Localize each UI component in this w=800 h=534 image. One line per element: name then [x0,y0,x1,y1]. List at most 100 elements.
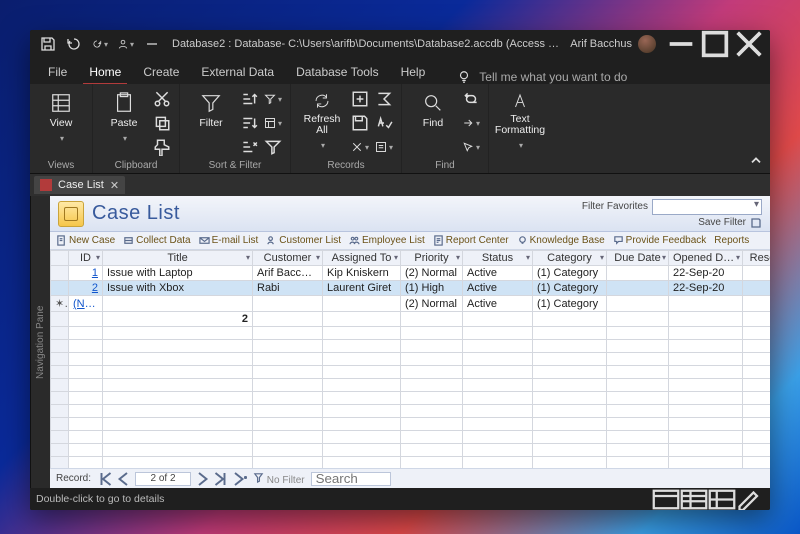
column-header[interactable]: Reso▾ [743,251,771,266]
cell-assigned[interactable] [323,296,401,312]
object-tab-case-list[interactable]: Case List ✕ [34,176,125,194]
maximize-button[interactable] [698,30,732,58]
column-header[interactable]: Priority▾ [401,251,463,266]
sort-descending-icon[interactable] [240,114,258,132]
tab-create[interactable]: Create [133,61,189,84]
filter-button[interactable]: Filter [188,88,234,150]
cell-title[interactable] [103,296,253,312]
cell-category[interactable]: (1) Category [533,296,607,312]
cell-status[interactable]: Active [463,281,533,296]
view-button[interactable]: View ▾ [38,88,84,150]
cut-icon[interactable] [153,90,171,108]
new-record-button[interactable] [229,470,247,488]
first-record-button[interactable] [97,470,115,488]
column-header[interactable]: Customer▾ [253,251,323,266]
link-employee-list[interactable]: Employee List [349,235,425,246]
form-view-button[interactable] [652,490,680,508]
cell-assigned[interactable]: Laurent Giret [323,281,401,296]
qat-customize-icon[interactable] [144,36,160,52]
cell-category[interactable]: (1) Category [533,266,607,281]
replace-icon[interactable] [462,90,480,108]
select-icon[interactable]: ▾ [462,138,480,156]
data-grid[interactable]: ID▾Title▾Customer▾Assigned To▾Priority▾S… [50,250,770,468]
selection-filter-icon[interactable]: ▾ [264,90,282,108]
navigation-pane-collapsed[interactable]: Navigation Pane [30,196,50,488]
redo-icon[interactable]: ▾ [92,36,108,52]
spelling-icon[interactable] [375,114,393,132]
undo-icon[interactable] [66,36,82,52]
save-filter-icon[interactable] [750,217,762,229]
sort-ascending-icon[interactable] [240,90,258,108]
goto-icon[interactable]: ▾ [462,114,480,132]
cell-opened[interactable]: 22-Sep-20 [669,266,743,281]
table-row[interactable]: 1Issue with LaptopArif BacchusKip Kniske… [51,266,771,281]
format-painter-icon[interactable] [153,138,171,156]
cell-opened[interactable]: 22-Sep-20 [669,281,743,296]
column-header[interactable]: Category▾ [533,251,607,266]
link-email-list[interactable]: E-mail List [199,235,259,246]
link-new-case[interactable]: New Case [56,235,115,246]
new-record-icon[interactable] [351,90,369,108]
cell-opened[interactable] [669,296,743,312]
text-formatting-button[interactable]: Text Formatting ▾ [497,88,543,150]
link-collect-data[interactable]: Collect Data [123,235,190,246]
row-selector[interactable] [51,281,69,296]
cell-customer[interactable]: Arif Bacchus [253,266,323,281]
column-header[interactable]: Opened Date▾ [669,251,743,266]
cell-due[interactable] [607,266,669,281]
cell-customer[interactable]: Rabi [253,281,323,296]
advanced-filter-icon[interactable]: ▾ [264,114,282,132]
close-tab-icon[interactable]: ✕ [110,179,119,192]
column-header[interactable]: Assigned To▾ [323,251,401,266]
design-view-button[interactable] [736,490,764,508]
record-search-input[interactable] [311,472,391,486]
tell-me-box[interactable]: Tell me what you want to do [457,70,770,84]
tab-home[interactable]: Home [79,61,131,84]
save-icon[interactable] [40,36,56,52]
column-header[interactable]: Title▾ [103,251,253,266]
cell-priority[interactable]: (2) Normal [401,296,463,312]
link-customer-list[interactable]: Customer List [266,235,341,246]
cell-id-new[interactable]: (New) [69,296,103,312]
table-row[interactable]: 2Issue with XboxRabiLaurent Giret(1) Hig… [51,281,771,296]
column-header[interactable]: Due Date▾ [607,251,669,266]
record-counter[interactable]: 2 of 2 [135,472,191,486]
link-provide-feedback[interactable]: Provide Feedback [613,235,707,246]
filter-indicator[interactable]: No Filter [253,472,305,486]
tab-file[interactable]: File [38,61,77,84]
cell-id[interactable]: 1 [69,266,103,281]
link-reports[interactable]: Reports [714,235,749,246]
delete-record-icon[interactable]: ▾ [351,138,369,156]
cell-reso[interactable] [743,296,771,312]
cell-reso[interactable] [743,266,771,281]
cell-status[interactable]: Active [463,266,533,281]
cell-title[interactable]: Issue with Laptop [103,266,253,281]
toggle-filter-icon[interactable] [264,138,282,156]
datasheet-view-button[interactable] [680,490,708,508]
column-header[interactable]: Status▾ [463,251,533,266]
cell-reso[interactable] [743,281,771,296]
row-selector[interactable] [51,266,69,281]
remove-sort-icon[interactable] [240,138,258,156]
column-header[interactable]: ID▾ [69,251,103,266]
minimize-button[interactable] [664,30,698,58]
cell-priority[interactable]: (1) High [401,281,463,296]
new-row[interactable]: ✶(New)(2) NormalActive(1) Category [51,296,771,312]
cell-priority[interactable]: (2) Normal [401,266,463,281]
last-record-button[interactable] [211,470,229,488]
close-button[interactable] [732,30,766,58]
cell-assigned[interactable]: Kip Kniskern [323,266,401,281]
cell-customer[interactable] [253,296,323,312]
filter-favorites-combo[interactable] [652,199,762,215]
cell-due[interactable] [607,281,669,296]
find-button[interactable]: Find [410,88,456,150]
totals-icon[interactable] [375,90,393,108]
user-qat-icon[interactable]: ▾ [118,36,134,52]
prev-record-button[interactable] [115,470,133,488]
cell-category[interactable]: (1) Category [533,281,607,296]
copy-icon[interactable] [153,114,171,132]
paste-button[interactable]: Paste ▾ [101,88,147,150]
cell-title[interactable]: Issue with Xbox [103,281,253,296]
cell-id[interactable]: 2 [69,281,103,296]
link-report-center[interactable]: Report Center [433,235,509,246]
